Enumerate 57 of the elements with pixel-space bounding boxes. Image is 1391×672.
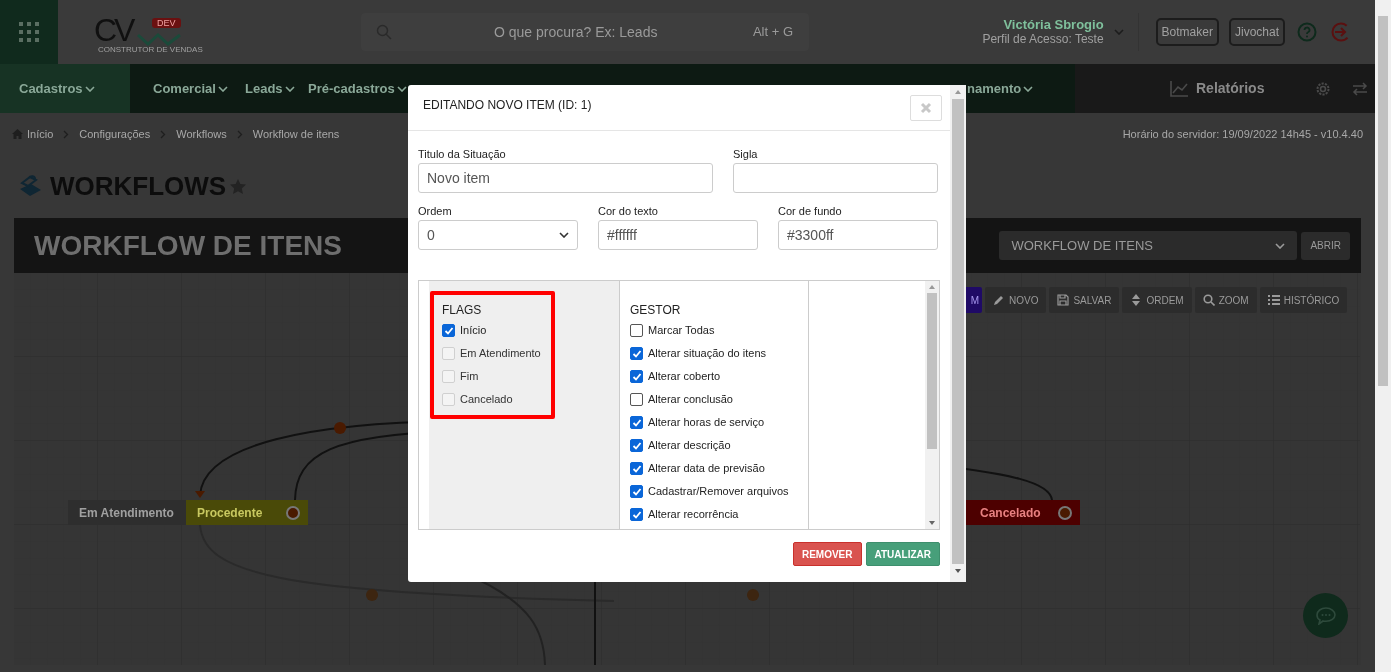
checkbox-label: Alterar recorrência	[648, 507, 739, 523]
header-button[interactable]: Jivochat	[1228, 18, 1285, 46]
nav-menu-item[interactable]: Cadastros	[0, 64, 130, 113]
field-label: Cor de fundo	[778, 204, 843, 218]
remove-button[interactable]: REMOVER	[792, 542, 862, 566]
checkbox-label: Alterar coberto	[648, 369, 721, 385]
checkbox-label: Alterar data de previsão	[648, 461, 765, 477]
workflow-node[interactable]: Em Atendimento	[68, 500, 186, 525]
input-field[interactable]: Novo item	[418, 163, 713, 193]
toolbar-button[interactable]: SALVAR	[1049, 287, 1120, 313]
breadcrumb-link[interactable]: Workflows	[176, 125, 227, 143]
breadcrumb-link[interactable]: Início	[27, 125, 54, 143]
checkbox-label: Início	[460, 323, 487, 339]
checkbox-label: Em Atendimento	[460, 346, 541, 362]
workflow-select[interactable]: WORKFLOW DE ITENS	[999, 231, 1298, 260]
field-label: Titulo da Situação	[418, 147, 507, 161]
order-select[interactable]: 0	[418, 220, 578, 250]
checkbox-label: Alterar descrição	[648, 438, 731, 454]
checkbox-label: Alterar situação do itens	[648, 346, 766, 362]
input-field[interactable]: #ffffff	[598, 220, 758, 250]
checkbox-label: Alterar conclusão	[648, 392, 733, 408]
shortcut-hint: Alt + G	[752, 23, 793, 42]
nav-menu-item[interactable]: Pré-cadastros	[308, 64, 407, 113]
breadcrumb-link[interactable]: Workflow de itens	[252, 125, 340, 143]
section-heading: FLAGS	[442, 302, 483, 319]
nav-menu-item[interactable]: Comercial	[153, 64, 228, 113]
reports-link[interactable]: Relatórios	[1170, 78, 1265, 99]
toolbar-button[interactable]: ORDEM	[1122, 287, 1192, 313]
field-label: Cor do texto	[598, 204, 659, 218]
toolbar-button[interactable]: NOVO	[985, 287, 1047, 313]
user-name: Victória Sbrogio	[1003, 18, 1104, 32]
nav-menu-item[interactable]: namento	[967, 64, 1034, 113]
field-label: Ordem	[418, 204, 453, 218]
logo-badge: DEV	[152, 18, 181, 28]
logo-subtitle: CONSTRUTOR DE VENDAS	[98, 45, 203, 54]
open-button[interactable]: ABRIR	[1301, 231, 1350, 260]
server-time: Horário do servidor: 19/09/2022 14h45 - v10.4.40	[1122, 126, 1363, 142]
search-placeholder: O que procura? Ex: Leads	[494, 22, 658, 42]
workflow-title: WORKFLOW DE ITENS	[34, 228, 342, 263]
checkbox-label: Alterar horas de serviço	[648, 415, 765, 431]
toolbar-button[interactable]: ZOOM	[1194, 287, 1257, 313]
field-label: Sigla	[733, 147, 759, 161]
workflow-node[interactable]: Procedente	[186, 500, 308, 525]
checkbox-label: Cadastrar/Remover arquivos	[648, 484, 789, 500]
user-profile: Perfil de Acesso: Teste	[982, 32, 1104, 46]
section-heading: GESTOR	[630, 302, 682, 319]
header-button[interactable]: Botmaker	[1155, 18, 1219, 46]
update-button[interactable]: ATUALIZAR	[865, 542, 940, 566]
search-field[interactable]: O que procura? Ex: Leads Alt + G	[361, 13, 809, 51]
checkbox-label: Marcar Todas	[648, 323, 715, 339]
input-field[interactable]: #3300ff	[778, 220, 938, 250]
dialog-title: EDITANDO NOVO ITEM (ID: 1)	[423, 97, 592, 114]
checkbox-label: Fim	[460, 369, 479, 385]
nav-menu-item[interactable]: Leads	[245, 64, 295, 113]
breadcrumb-link[interactable]: Configurações	[79, 125, 151, 143]
checkbox-label: Cancelado	[460, 392, 513, 408]
toolbar-button[interactable]: HISTÓRICO	[1259, 287, 1348, 313]
